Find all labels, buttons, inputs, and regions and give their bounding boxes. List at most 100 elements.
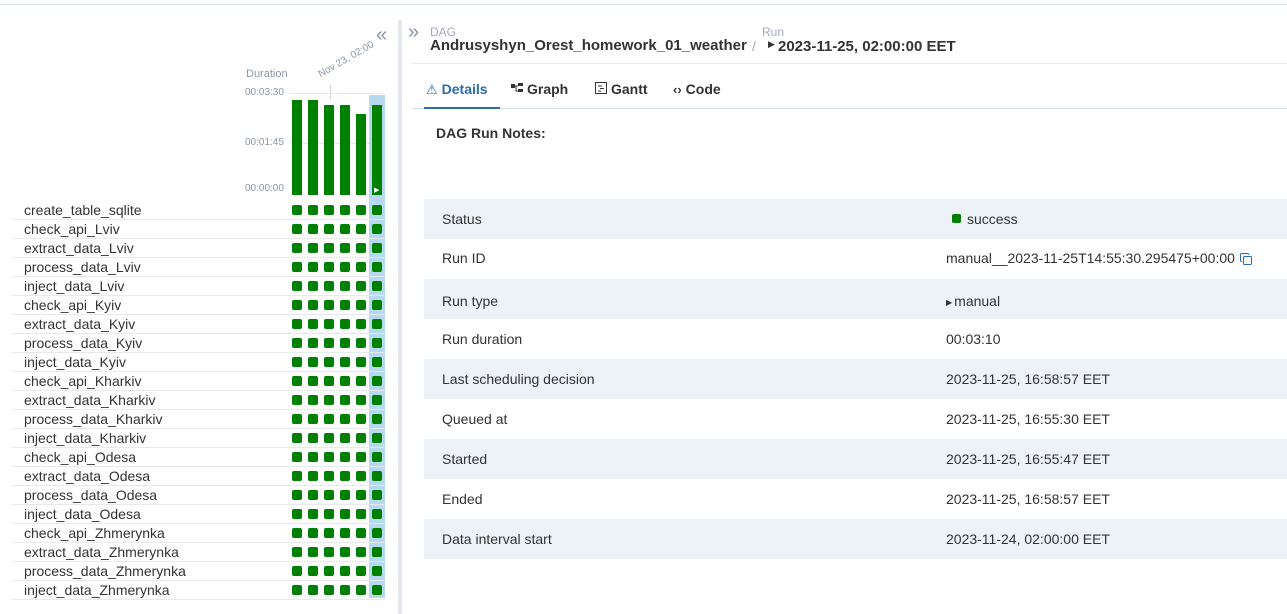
task-instance-cell[interactable] [308, 528, 318, 538]
task-row[interactable]: inject_data_Odesa [12, 505, 386, 524]
task-name[interactable]: extract_data_Odesa [24, 468, 150, 484]
task-name[interactable]: extract_data_Kharkiv [24, 392, 156, 408]
task-instance-cell[interactable] [324, 224, 334, 234]
task-row[interactable]: process_data_Zhmerynka [12, 562, 386, 581]
duration-bar[interactable] [340, 105, 350, 195]
task-name[interactable]: check_api_Kyiv [24, 297, 121, 313]
task-row[interactable]: extract_data_Zhmerynka [12, 543, 386, 562]
task-instance-cell[interactable] [292, 566, 302, 576]
task-name[interactable]: check_api_Kharkiv [24, 373, 142, 389]
task-instance-cell[interactable] [308, 205, 318, 215]
task-instance-cell[interactable] [372, 471, 382, 481]
task-instance-cell[interactable] [372, 547, 382, 557]
task-instance-cell[interactable] [372, 509, 382, 519]
task-instance-cell[interactable] [356, 357, 366, 367]
task-instance-cell[interactable] [340, 357, 350, 367]
task-instance-cell[interactable] [292, 338, 302, 348]
task-instance-cell[interactable] [356, 338, 366, 348]
task-row[interactable]: extract_data_Odesa [12, 467, 386, 486]
task-instance-cell[interactable] [340, 528, 350, 538]
task-instance-cell[interactable] [324, 300, 334, 310]
task-name[interactable]: inject_data_Lviv [24, 278, 124, 294]
task-instance-cell[interactable] [324, 281, 334, 291]
task-row[interactable]: check_api_Odesa [12, 448, 386, 467]
task-instance-cell[interactable] [292, 471, 302, 481]
task-instance-cell[interactable] [356, 319, 366, 329]
duration-bar[interactable] [372, 105, 382, 195]
task-instance-cell[interactable] [372, 585, 382, 595]
task-instance-cell[interactable] [292, 300, 302, 310]
task-row[interactable]: inject_data_Kharkiv [12, 429, 386, 448]
task-row[interactable]: inject_data_Zhmerynka [12, 581, 386, 600]
task-instance-cell[interactable] [292, 319, 302, 329]
task-instance-cell[interactable] [292, 414, 302, 424]
task-instance-cell[interactable] [292, 357, 302, 367]
run-name-breadcrumb[interactable]: 2023-11-25, 02:00:00 EET [778, 38, 956, 55]
task-instance-cell[interactable] [324, 376, 334, 386]
task-instance-cell[interactable] [324, 509, 334, 519]
task-instance-cell[interactable] [292, 528, 302, 538]
task-row[interactable]: check_api_Lviv [12, 220, 386, 239]
task-instance-cell[interactable] [308, 547, 318, 557]
duration-bar[interactable] [356, 114, 366, 195]
task-instance-cell[interactable] [340, 490, 350, 500]
task-instance-cell[interactable] [292, 509, 302, 519]
task-instance-cell[interactable] [324, 319, 334, 329]
task-instance-cell[interactable] [372, 357, 382, 367]
task-row[interactable]: check_api_Kyiv [12, 296, 386, 315]
task-instance-cell[interactable] [372, 262, 382, 272]
task-instance-cell[interactable] [356, 547, 366, 557]
task-instance-cell[interactable] [340, 585, 350, 595]
task-instance-cell[interactable] [372, 205, 382, 215]
expand-grid-icon[interactable]: » [408, 21, 419, 44]
tab-code[interactable]: ‹› Code [673, 73, 721, 109]
task-row[interactable]: inject_data_Kyiv [12, 353, 386, 372]
task-instance-cell[interactable] [340, 205, 350, 215]
task-row[interactable]: process_data_Lviv [12, 258, 386, 277]
task-name[interactable]: process_data_Kharkiv [24, 411, 163, 427]
task-instance-cell[interactable] [356, 566, 366, 576]
task-instance-cell[interactable] [324, 566, 334, 576]
task-instance-cell[interactable] [324, 205, 334, 215]
task-instance-cell[interactable] [356, 452, 366, 462]
task-name[interactable]: create_table_sqlite [24, 202, 142, 218]
task-instance-cell[interactable] [356, 300, 366, 310]
task-name[interactable]: extract_data_Zhmerynka [24, 544, 179, 560]
task-instance-cell[interactable] [372, 338, 382, 348]
task-instance-cell[interactable] [356, 414, 366, 424]
task-instance-cell[interactable] [356, 376, 366, 386]
panel-divider[interactable] [398, 20, 402, 614]
task-name[interactable]: process_data_Zhmerynka [24, 563, 186, 579]
tab-details[interactable]: ⚠ Details [424, 73, 500, 109]
task-instance-cell[interactable] [340, 224, 350, 234]
task-instance-cell[interactable] [340, 452, 350, 462]
duration-bar[interactable] [308, 100, 318, 195]
task-instance-cell[interactable] [356, 243, 366, 253]
task-instance-cell[interactable] [372, 566, 382, 576]
task-instance-cell[interactable] [308, 509, 318, 519]
task-instance-cell[interactable] [324, 452, 334, 462]
task-instance-cell[interactable] [372, 433, 382, 443]
task-instance-cell[interactable] [372, 281, 382, 291]
task-instance-cell[interactable] [340, 262, 350, 272]
task-instance-cell[interactable] [324, 433, 334, 443]
task-instance-cell[interactable] [356, 395, 366, 405]
task-instance-cell[interactable] [308, 319, 318, 329]
task-name[interactable]: extract_data_Lviv [24, 240, 134, 256]
task-instance-cell[interactable] [372, 243, 382, 253]
task-instance-cell[interactable] [372, 528, 382, 538]
task-instance-cell[interactable] [308, 471, 318, 481]
tab-graph[interactable]: Graph [511, 73, 568, 109]
task-instance-cell[interactable] [372, 490, 382, 500]
task-instance-cell[interactable] [292, 281, 302, 291]
task-instance-cell[interactable] [308, 224, 318, 234]
task-instance-cell[interactable] [308, 243, 318, 253]
task-instance-cell[interactable] [340, 566, 350, 576]
task-instance-cell[interactable] [292, 585, 302, 595]
task-instance-cell[interactable] [356, 490, 366, 500]
task-instance-cell[interactable] [308, 585, 318, 595]
task-instance-cell[interactable] [340, 319, 350, 329]
task-instance-cell[interactable] [292, 490, 302, 500]
duration-bar[interactable] [292, 100, 302, 195]
dag-name-breadcrumb[interactable]: Andrusyshyn_Orest_homework_01_weather [430, 37, 747, 54]
